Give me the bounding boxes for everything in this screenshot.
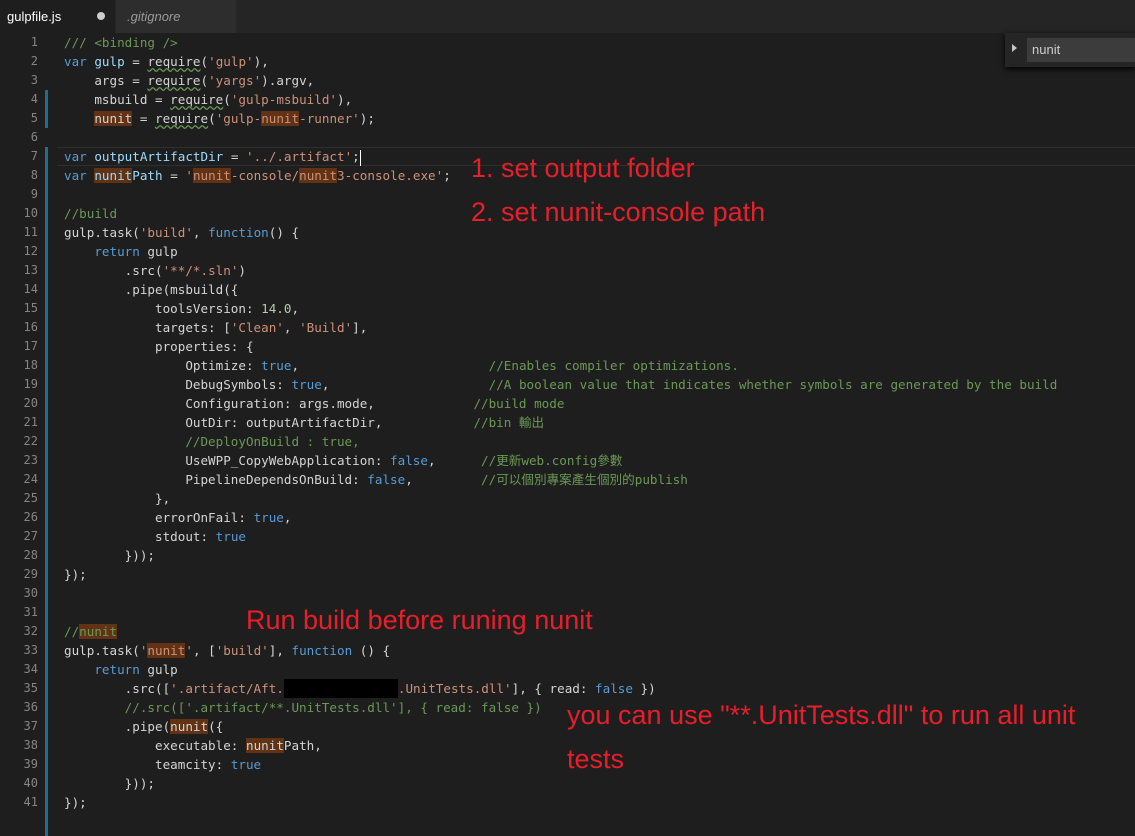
line-number: 37 [23, 719, 38, 733]
line-number: 13 [23, 263, 38, 277]
line-number: 31 [23, 605, 38, 619]
code-line-8[interactable]: var nunitPath = 'nunit-console/nunit3-co… [64, 166, 451, 185]
find-widget: nunit [1005, 33, 1135, 67]
code-line-14[interactable]: .pipe(msbuild({ [64, 280, 239, 299]
line-number: 1 [30, 35, 38, 49]
line-number: 5 [30, 111, 38, 125]
code-line-23[interactable]: UseWPP_CopyWebApplication: false, //更新we… [64, 451, 622, 470]
line-number: 12 [23, 244, 38, 258]
line-number: 8 [30, 168, 38, 182]
redacted-block [283, 679, 398, 698]
line-number: 26 [23, 510, 38, 524]
code-line-34[interactable]: return gulp [64, 660, 177, 679]
line-number: 15 [23, 301, 38, 315]
line-number: 33 [23, 643, 38, 657]
code-line-22[interactable]: //DeployOnBuild : true, [64, 432, 359, 451]
code-line-25[interactable]: }, [64, 489, 170, 508]
line-number: 7 [30, 149, 38, 163]
code-line-11[interactable]: gulp.task('build', function() { [64, 223, 299, 242]
tab-gitignore[interactable]: .gitignore [115, 0, 236, 33]
line-number: 19 [23, 377, 38, 391]
line-number: 24 [23, 472, 38, 486]
line-number: 39 [23, 757, 38, 771]
line-number: 6 [30, 130, 38, 144]
code-line-17[interactable]: properties: { [64, 337, 254, 356]
annotation-unittests-line2: tests [567, 744, 625, 774]
tab-gitignore-label: .gitignore [127, 9, 181, 24]
annotation-run-build: Run build before runing nunit [246, 605, 593, 635]
code-line-21[interactable]: OutDir: outputArtifactDir, //bin 輸出 [64, 413, 544, 432]
code-line-27[interactable]: stdout: true [64, 527, 246, 546]
code-line-28[interactable]: })); [64, 546, 155, 565]
code-line-26[interactable]: errorOnFail: true, [64, 508, 292, 527]
line-number: 21 [23, 415, 38, 429]
code-line-20[interactable]: Configuration: args.mode, //build mode [64, 394, 564, 413]
line-number: 11 [23, 225, 38, 239]
line-number: 22 [23, 434, 38, 448]
line-number: 32 [23, 624, 38, 638]
code-line-36[interactable]: //.src(['.artifact/**.UnitTests.dll'], {… [64, 698, 542, 717]
code-line-3[interactable]: args = require('yargs').argv, [64, 71, 314, 90]
line-number: 40 [23, 776, 38, 790]
code-line-7[interactable]: var outputArtifactDir = '../.artifact'; [64, 147, 361, 166]
text-cursor [359, 149, 361, 166]
code-line-29[interactable]: }); [64, 565, 87, 584]
line-number: 25 [23, 491, 38, 505]
code-line-35[interactable]: .src(['.artifact/Aft. .UnitTests.dll'], {… [64, 679, 656, 698]
code-line-40[interactable]: })); [64, 774, 155, 793]
line-number: 17 [23, 339, 38, 353]
modified-lines-indicator [45, 147, 48, 836]
code-line-13[interactable]: .src('**/*.sln') [64, 261, 246, 280]
line-number: 35 [23, 681, 38, 695]
code-line-33[interactable]: gulp.task('nunit', ['build'], function (… [64, 641, 390, 660]
line-number: 38 [23, 738, 38, 752]
code-line-37[interactable]: .pipe(nunit({ [64, 717, 223, 736]
line-number: 20 [23, 396, 38, 410]
code-line-18[interactable]: Optimize: true, //Enables compiler optim… [64, 356, 739, 375]
code-line-19[interactable]: DebugSymbols: true, //A boolean value th… [64, 375, 1057, 394]
code-line-24[interactable]: PipelineDependsOnBuild: false, //可以個別專案產… [64, 470, 688, 489]
line-number: 41 [23, 795, 38, 809]
code-line-4[interactable]: msbuild = require('gulp-msbuild'), [64, 90, 352, 109]
line-number: 29 [23, 567, 38, 581]
expand-replace-chevron-icon[interactable] [1012, 44, 1017, 52]
tab-bar: gulpfile.js .gitignore [0, 0, 1135, 33]
tab-gulpfile-label: gulpfile.js [7, 9, 62, 24]
find-input[interactable]: nunit [1027, 38, 1135, 62]
line-number: 16 [23, 320, 38, 334]
code-line-15[interactable]: toolsVersion: 14.0, [64, 299, 299, 318]
annotation-unittests-line1: you can use "**.UnitTests.dll" to run al… [567, 700, 1076, 730]
line-number: 27 [23, 529, 38, 543]
line-number: 28 [23, 548, 38, 562]
code-line-41[interactable]: }); [64, 793, 87, 812]
line-number: 23 [23, 453, 38, 467]
line-number: 30 [23, 586, 38, 600]
code-line-39[interactable]: teamcity: true [64, 755, 261, 774]
annotation-output-folder: 1. set output folder [471, 153, 695, 183]
code-line-2[interactable]: var gulp = require('gulp'), [64, 52, 269, 71]
line-number: 3 [30, 73, 38, 87]
line-number: 34 [23, 662, 38, 676]
code-line-12[interactable]: return gulp [64, 242, 177, 261]
line-number: 10 [23, 206, 38, 220]
code-line-1[interactable]: /// <binding /> [64, 33, 178, 52]
line-number: 9 [30, 187, 38, 201]
code-line-5[interactable]: nunit = require('gulp-nunit-runner'); [64, 109, 375, 128]
line-number: 14 [23, 282, 38, 296]
code-line-16[interactable]: targets: ['Clean', 'Build'], [64, 318, 367, 337]
unsaved-dot-icon[interactable] [97, 12, 105, 20]
code-line-10[interactable]: //build [64, 204, 117, 223]
tab-gulpfile[interactable]: gulpfile.js [0, 0, 115, 33]
code-line-32[interactable]: //nunit [64, 622, 118, 641]
line-number: 18 [23, 358, 38, 372]
line-number: 2 [30, 54, 38, 68]
code-line-38[interactable]: executable: nunitPath, [64, 736, 322, 755]
line-number: 4 [30, 92, 38, 106]
modified-lines-indicator [45, 90, 48, 128]
line-number: 36 [23, 700, 38, 714]
annotation-nunit-path: 2. set nunit-console path [471, 197, 766, 227]
